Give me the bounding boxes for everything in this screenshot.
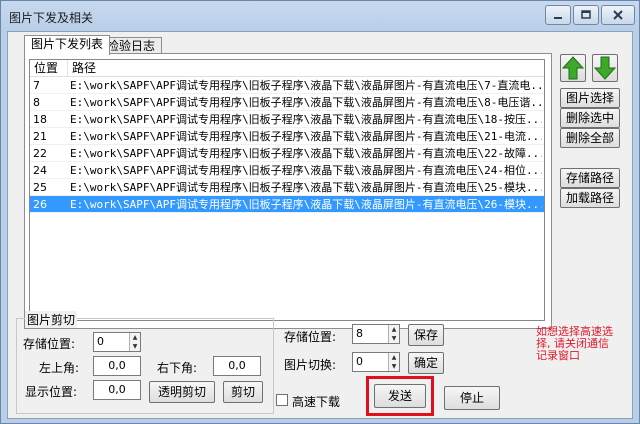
list-item-path: E:\work\SAPF\APF调试专用程序\旧板子程序\液晶下载\液晶屏图片-… [70,130,542,143]
column-header-path[interactable]: 路径 [68,60,544,77]
list-item-path: E:\work\SAPF\APF调试专用程序\旧板子程序\液晶下载\液晶屏图片-… [70,96,542,109]
green-down-arrow-icon [593,56,617,80]
close-button[interactable] [601,5,635,25]
list-item-position: 21 [33,130,47,143]
top-left-input[interactable]: 0,0 [93,356,141,376]
image-path-list[interactable]: 位置 路径 7 E:\work\SAPF\APF调试专用程序\旧板子程序\液晶下载… [29,59,545,321]
fast-download-label: 高速下载 [292,395,341,409]
list-item[interactable]: 18 E:\work\SAPF\APF调试专用程序\旧板子程序\液晶下载\液晶屏图… [30,111,544,128]
spin-up-icon[interactable]: ▲ [389,325,399,334]
bottom-right-label: 右下角: [157,361,198,375]
list-item-position: 18 [33,113,47,126]
move-down-button[interactable] [592,54,618,82]
list-item-path: E:\work\SAPF\APF调试专用程序\旧板子程序\液晶下载\液晶屏图片-… [70,113,542,126]
title-bar[interactable]: 图片下发及相关 [1,1,639,31]
image-crop-group: 图片剪切 存储位置: 0 ▲ ▼ 左上角: 0,0 右下角: 0,0 显示位置: … [16,311,274,414]
spinner-arrows[interactable]: ▲ ▼ [388,325,399,343]
crop-store-position-spinner[interactable]: 0 ▲ ▼ [93,332,141,352]
confirm-button[interactable]: 确定 [408,352,444,374]
column-header-position[interactable]: 位置 [30,60,68,77]
move-up-button[interactable] [560,54,586,82]
list-item[interactable]: 21 E:\work\SAPF\APF调试专用程序\旧板子程序\液晶下载\液晶屏图… [30,128,544,145]
spinner-arrows[interactable]: ▲ ▼ [388,353,399,371]
crop-store-position-label: 存储位置: [23,337,76,351]
maximize-icon [581,10,591,19]
spin-up-icon[interactable]: ▲ [389,353,399,362]
list-item-position: 26 [33,198,47,211]
crop-store-position-value: 0 [97,335,104,348]
fast-download-checkbox[interactable] [276,394,288,406]
transparent-crop-button[interactable]: 透明剪切 [149,381,215,403]
store-position-label: 存储位置: [284,330,337,344]
spin-down-icon[interactable]: ▼ [389,334,399,343]
image-switch-label: 图片切换: [284,358,337,372]
tab-panel: 位置 路径 7 E:\work\SAPF\APF调试专用程序\旧板子程序\液晶下载… [24,53,552,329]
display-position-input[interactable]: 0,0 [93,380,141,400]
fast-download-note: 如想选择高速选 择, 请关闭通信 记录窗口 [536,325,613,362]
window-title: 图片下发及相关 [9,11,94,25]
image-crop-group-title: 图片剪切 [25,311,78,328]
list-item[interactable]: 8 E:\work\SAPF\APF调试专用程序\旧板子程序\液晶下载\液晶屏图片… [30,94,544,111]
bottom-right-input[interactable]: 0,0 [213,356,261,376]
spin-down-icon[interactable]: ▼ [389,362,399,371]
list-item-position: 25 [33,181,47,194]
list-item-path: E:\work\SAPF\APF调试专用程序\旧板子程序\液晶下载\液晶屏图片-… [70,181,542,194]
stop-button[interactable]: 停止 [444,386,500,410]
display-position-label: 显示位置: [25,385,78,399]
green-up-arrow-icon [561,56,585,80]
list-item[interactable]: 24 E:\work\SAPF\APF调试专用程序\旧板子程序\液晶下载\液晶屏图… [30,162,544,179]
tab-image-send-list[interactable]: 图片下发列表 [24,35,111,55]
list-item[interactable]: 25 E:\work\SAPF\APF调试专用程序\旧板子程序\液晶下载\液晶屏图… [30,179,544,196]
send-button[interactable]: 发送 [374,384,426,408]
load-path-button[interactable]: 加载路径 [560,188,620,208]
list-item[interactable]: 7 E:\work\SAPF\APF调试专用程序\旧板子程序\液晶下载\液晶屏图片… [30,77,544,94]
list-item-path: E:\work\SAPF\APF调试专用程序\旧板子程序\液晶下载\液晶屏图片-… [70,79,542,92]
list-header: 位置 路径 [30,60,544,77]
list-item-position: 22 [33,147,47,160]
save-path-button[interactable]: 存储路径 [560,168,620,188]
main-window: 图片下发及相关 图片下发列表 检验日志 位置 路径 7 E:\work\SAPF\… [0,0,640,424]
list-item-position: 24 [33,164,47,177]
minimize-icon [554,17,562,19]
list-item-position: 8 [33,96,40,109]
list-item[interactable]: 26 E:\work\SAPF\APF调试专用程序\旧板子程序\液晶下载\液晶屏图… [30,196,544,213]
client-area: 图片下发列表 检验日志 位置 路径 7 E:\work\SAPF\APF调试专用程… [7,31,633,419]
image-switch-value: 0 [356,355,363,368]
image-switch-spinner[interactable]: 0 ▲ ▼ [352,352,400,372]
spinner-arrows[interactable]: ▲ ▼ [129,333,140,351]
save-button[interactable]: 保存 [408,324,444,346]
list-item-position: 7 [33,79,40,92]
store-position-spinner[interactable]: 8 ▲ ▼ [352,324,400,344]
spin-down-icon[interactable]: ▼ [130,342,140,351]
close-icon [613,10,623,20]
delete-all-button[interactable]: 删除全部 [560,128,620,148]
list-item-path: E:\work\SAPF\APF调试专用程序\旧板子程序\液晶下载\液晶屏图片-… [70,147,542,160]
select-image-button[interactable]: 图片选择 [560,88,620,108]
top-left-label: 左上角: [39,361,80,375]
store-position-value: 8 [356,327,363,340]
delete-selected-button[interactable]: 删除选中 [560,108,620,128]
maximize-button[interactable] [573,5,599,25]
spin-up-icon[interactable]: ▲ [130,333,140,342]
list-item-path: E:\work\SAPF\APF调试专用程序\旧板子程序\液晶下载\液晶屏图片-… [70,164,542,177]
minimize-button[interactable] [545,5,571,25]
list-item-path: E:\work\SAPF\APF调试专用程序\旧板子程序\液晶下载\液晶屏图片-… [70,198,542,211]
crop-button[interactable]: 剪切 [223,381,263,403]
list-item[interactable]: 22 E:\work\SAPF\APF调试专用程序\旧板子程序\液晶下载\液晶屏图… [30,145,544,162]
